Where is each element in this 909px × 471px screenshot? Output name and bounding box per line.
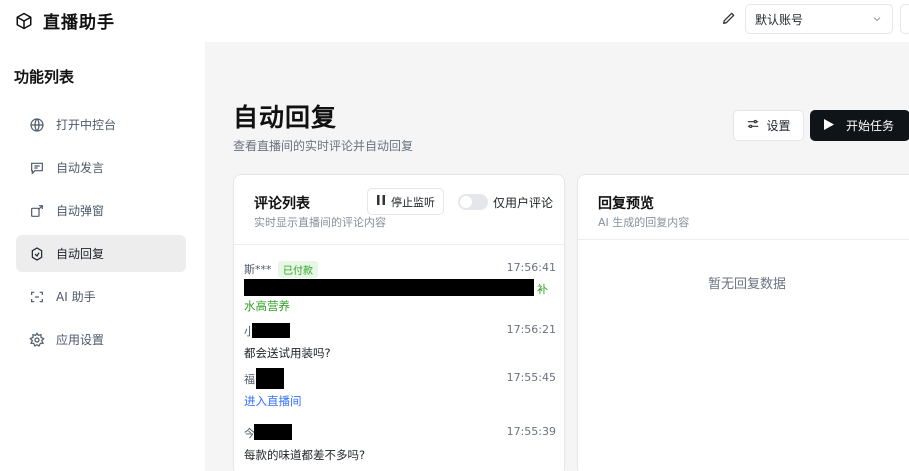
sidebar-item-ai-assistant[interactable]: AI 助手 bbox=[16, 278, 186, 315]
account-select-value: 默认账号 bbox=[755, 12, 804, 27]
reply-icon bbox=[28, 245, 46, 263]
main-content: 自动回复 查看直播间的实时评论并自动回复 设置 开始任务 评论列表 实时显示直播… bbox=[205, 42, 909, 471]
comment-user: 斯*** bbox=[244, 263, 272, 276]
comment-item: 小 17:56:21 都会送试用装吗? bbox=[244, 323, 556, 361]
divider bbox=[578, 239, 909, 240]
sidebar-item-label: AI 助手 bbox=[56, 290, 96, 304]
sidebar-item-label: 打开中控台 bbox=[56, 118, 117, 132]
sidebar-item-auto-message[interactable]: 自动发言 bbox=[16, 149, 186, 186]
divider bbox=[234, 244, 564, 245]
paid-badge: 已付款 bbox=[278, 261, 318, 278]
comment-text: 都会送试用装吗? bbox=[244, 346, 331, 360]
comments-card-subtitle: 实时显示直播间的评论内容 bbox=[254, 216, 386, 229]
account-action-button[interactable] bbox=[900, 4, 909, 34]
stop-listening-label: 停止监听 bbox=[391, 195, 435, 209]
pencil-icon[interactable] bbox=[721, 10, 739, 28]
chevron-down-icon bbox=[871, 13, 883, 25]
gear-icon bbox=[28, 331, 46, 349]
comment-item: 今 17:55:39 每款的味道都差不多吗? bbox=[244, 424, 556, 463]
user-only-toggle[interactable] bbox=[458, 194, 488, 210]
redacted-username bbox=[256, 368, 284, 389]
comment-time: 17:55:39 bbox=[506, 425, 556, 438]
redacted-username bbox=[252, 323, 290, 338]
comment-text: 水高营养 bbox=[244, 299, 290, 313]
sidebar-item-auto-popup[interactable]: 自动弹窗 bbox=[16, 192, 186, 229]
sidebar-item-console[interactable]: 打开中控台 bbox=[16, 106, 186, 143]
page-title: 自动回复 bbox=[233, 103, 338, 132]
sliders-icon bbox=[746, 117, 760, 134]
comment-time: 17:56:41 bbox=[506, 261, 556, 274]
sidebar-item-label: 自动回复 bbox=[56, 247, 105, 261]
top-bar: 直播助手 默认账号 bbox=[0, 0, 909, 42]
redacted-username bbox=[254, 424, 292, 440]
sidebar-nav: 打开中控台 自动发言 自动弹窗 自动回复 AI 助手 应用设置 bbox=[16, 106, 186, 364]
page-subtitle: 查看直播间的实时评论并自动回复 bbox=[233, 139, 414, 153]
globe-icon bbox=[28, 116, 46, 134]
sidebar-heading: 功能列表 bbox=[14, 68, 75, 86]
sidebar: 功能列表 打开中控台 自动发言 自动弹窗 自动回复 AI 助手 应用设置 bbox=[0, 42, 205, 471]
comment-text: 每款的味道都差不多吗? bbox=[244, 448, 366, 462]
sidebar-item-label: 自动弹窗 bbox=[56, 204, 105, 218]
start-task-button-label: 开始任务 bbox=[846, 119, 895, 133]
reply-preview-card: 回复预览 AI 生成的回复内容 暂无回复数据 bbox=[577, 174, 909, 471]
bot-icon bbox=[28, 288, 46, 306]
play-icon bbox=[824, 118, 834, 133]
preview-card-subtitle: AI 生成的回复内容 bbox=[598, 216, 690, 229]
settings-button-label: 设置 bbox=[766, 119, 791, 133]
comment-text[interactable]: 进入直播间 bbox=[244, 393, 556, 409]
comments-card-title: 评论列表 bbox=[254, 196, 310, 212]
settings-button[interactable]: 设置 bbox=[733, 110, 804, 141]
app-title: 直播助手 bbox=[43, 13, 115, 33]
sidebar-item-auto-reply[interactable]: 自动回复 bbox=[16, 235, 186, 272]
sidebar-item-settings[interactable]: 应用设置 bbox=[16, 321, 186, 358]
comments-card: 评论列表 实时显示直播间的评论内容 停止监听 仅用户评论 斯*** 已付款 17… bbox=[233, 174, 565, 471]
comment-time: 17:55:45 bbox=[506, 371, 556, 384]
comment-user: 福 bbox=[244, 373, 255, 386]
comment-text-tail: 补 bbox=[537, 283, 548, 296]
brand: 直播助手 bbox=[14, 8, 115, 33]
app-window: 直播助手 默认账号 功能列表 打开中控台 自动发言 自动弹窗 自动回复 AI 助… bbox=[0, 0, 909, 471]
pause-icon bbox=[376, 195, 386, 208]
comment-item: 斯*** 已付款 17:56:41 补 水高营养 bbox=[244, 261, 556, 314]
toggle-knob bbox=[460, 196, 472, 208]
comment-item: 福 17:55:45 进入直播间 bbox=[244, 368, 556, 409]
sidebar-item-label: 应用设置 bbox=[56, 333, 105, 347]
empty-state-text: 暂无回复数据 bbox=[707, 277, 786, 292]
sidebar-item-label: 自动发言 bbox=[56, 161, 105, 175]
popup-icon bbox=[28, 202, 46, 220]
preview-card-title: 回复预览 bbox=[598, 196, 654, 212]
start-task-button[interactable]: 开始任务 bbox=[810, 110, 909, 141]
comment-time: 17:56:21 bbox=[506, 323, 556, 336]
redacted-text bbox=[244, 279, 534, 296]
stop-listening-button[interactable]: 停止监听 bbox=[367, 188, 444, 215]
box-logo-icon bbox=[14, 11, 34, 31]
user-only-toggle-label: 仅用户评论 bbox=[493, 196, 554, 210]
account-select[interactable]: 默认账号 bbox=[745, 4, 893, 34]
message-square-icon bbox=[28, 159, 46, 177]
